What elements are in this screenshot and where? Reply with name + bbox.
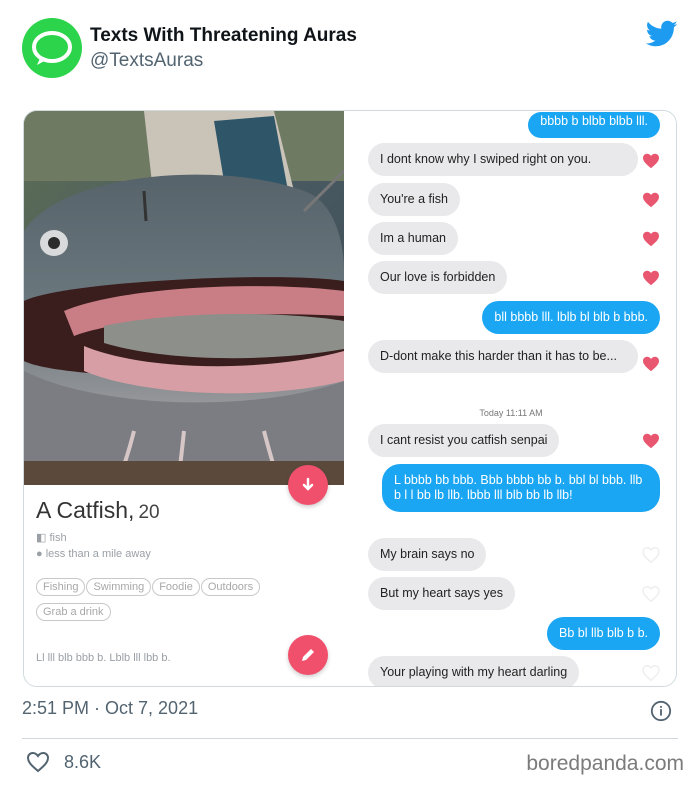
tweet-timestamp[interactable]: 2:51 PM · Oct 7, 2021 (22, 698, 198, 719)
pencil-icon (302, 649, 314, 661)
message-bubble-received: Our love is forbidden (368, 261, 508, 294)
job-text: fish (49, 532, 67, 544)
heart-reaction-icon[interactable] (642, 270, 660, 286)
edit-button[interactable] (288, 635, 328, 675)
like-heart-icon[interactable] (26, 751, 50, 773)
avatar[interactable] (22, 18, 82, 78)
message-bubble-received: But my heart says yes (368, 577, 515, 610)
message-bubble-received: You're a fish (368, 183, 460, 216)
message-bubble-sent: Bb bl llb blb b b. (547, 617, 660, 650)
twitter-bird-icon[interactable] (646, 20, 678, 48)
tag-foodie: Foodie (152, 578, 200, 596)
message-bubble-received: I dont know why I swiped right on you. (368, 143, 638, 176)
profile-bio: Ll lll blb bbb b. Lblb lll lbb b. (36, 652, 171, 664)
message-bubble-sent: L bbbb bb bbb. Bbb bbbb bb b. bbl bl bbb… (382, 464, 660, 512)
tag-grab-a-drink: Grab a drink (36, 603, 111, 621)
heart-outline-icon[interactable] (642, 586, 660, 602)
message-bubble-sent: bll bbbb lll. lblb bl blb b bbb. (482, 301, 660, 334)
briefcase-icon: ◧ (36, 532, 47, 544)
message-bubble-received: D-dont make this harder than it has to b… (368, 340, 638, 373)
job-line: ◧ fish (36, 531, 67, 544)
tag-fishing: Fishing (36, 578, 86, 596)
heart-reaction-icon[interactable] (642, 192, 660, 208)
like-count[interactable]: 8.6K (64, 752, 101, 773)
arrow-down-icon (302, 477, 314, 491)
tweet-header: Texts With Threatening Auras @TextsAuras (22, 18, 678, 82)
tag-swimming: Swimming (86, 578, 152, 596)
location-pin-icon: ● (36, 548, 43, 560)
distance-text: less than a mile away (45, 548, 151, 560)
dislike-button[interactable] (288, 465, 328, 505)
profile-name: A Catfish, 20 (36, 497, 160, 524)
catfish-photo (24, 111, 344, 485)
interest-tags: Fishing Swimming Foodie Outdoors Grab a dri… (36, 577, 336, 627)
profile-age: 20 (138, 502, 160, 523)
info-icon[interactable] (650, 700, 672, 722)
screenshot-media[interactable]: A Catfish, 20 ◧ fish ● less than a mile a… (23, 110, 677, 687)
heart-reaction-icon[interactable] (642, 356, 660, 372)
watermark: boredpanda.com (526, 752, 684, 775)
profile-name-text: A Catfish, (36, 497, 135, 523)
heart-reaction-icon[interactable] (642, 231, 660, 247)
heart-outline-icon[interactable] (642, 547, 660, 563)
message-bubble-sent: bbbb b blbb blbb lll. (528, 112, 660, 138)
author-names: Texts With Threatening Auras @TextsAuras (90, 24, 357, 74)
message-bubble-icon (32, 31, 72, 65)
tweet-card: Texts With Threatening Auras @TextsAuras (0, 0, 700, 789)
heart-reaction-icon[interactable] (642, 153, 660, 169)
chat-thread: bbbb b blbb blbb lll. I dont know why I … (344, 111, 676, 686)
heart-outline-icon[interactable] (642, 665, 660, 681)
heart-reaction-icon[interactable] (642, 433, 660, 449)
message-bubble-received: My brain says no (368, 538, 487, 571)
message-bubble-received: Your playing with my heart darling (368, 656, 580, 686)
divider (22, 738, 678, 739)
dating-profile-card: A Catfish, 20 ◧ fish ● less than a mile a… (24, 111, 344, 686)
chat-timestamp: Today 11:11 AM (479, 408, 543, 418)
message-bubble-received: I cant resist you catfish senpai (368, 424, 560, 457)
tag-outdoors: Outdoors (200, 578, 261, 596)
distance-line: ● less than a mile away (36, 548, 151, 560)
handle[interactable]: @TextsAuras (90, 48, 357, 74)
display-name[interactable]: Texts With Threatening Auras (90, 24, 357, 48)
message-bubble-received: Im a human (368, 222, 459, 255)
